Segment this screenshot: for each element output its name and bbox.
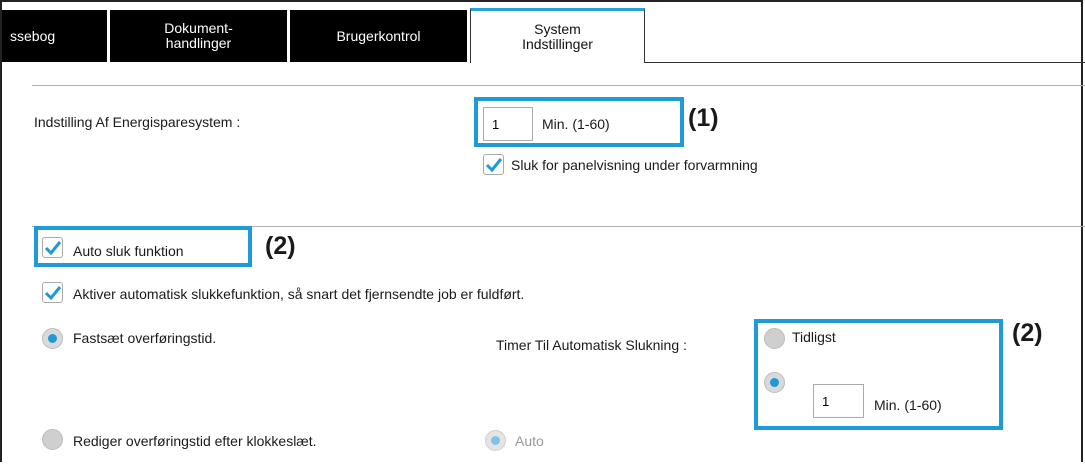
earliest-radio[interactable]: [764, 328, 785, 349]
energy-minutes-input[interactable]: [483, 107, 533, 141]
edit-time-radio[interactable]: [42, 429, 63, 450]
edit-time-label: Rediger overføringstid efter klokkeslæt.: [73, 433, 317, 449]
timer-label: Timer Til Automatisk Slukning :: [496, 337, 687, 353]
fixed-time-radio[interactable]: [42, 328, 63, 349]
callout-1: (1): [688, 104, 719, 132]
tab-adressebog[interactable]: ssebog: [2, 10, 107, 62]
callout-3: (2): [1012, 319, 1043, 347]
energy-saving-label: Indstilling Af Energisparesystem :: [34, 114, 241, 130]
remote-auto-off-checkbox[interactable]: [42, 282, 63, 303]
energy-unit-label: Min. (1-60): [542, 116, 610, 132]
tab-brugerkontrol[interactable]: Brugerkontrol: [290, 10, 467, 62]
auto-off-label: Auto sluk funktion: [73, 243, 184, 259]
auto-radio[interactable]: [485, 430, 506, 451]
tabbar-divider: [645, 62, 1085, 63]
panel-off-checkbox[interactable]: [483, 154, 504, 175]
callout-2: (2): [265, 232, 296, 260]
fixed-time-label: Fastsæt overføringstid.: [73, 330, 217, 346]
custom-timer-radio[interactable]: [764, 372, 785, 393]
checkmark-icon: [44, 286, 62, 301]
panel-off-label: Sluk for panelvisning under forvarmning: [511, 157, 758, 173]
timer-unit-label: Min. (1-60): [874, 397, 942, 413]
checkmark-icon: [44, 241, 62, 256]
section-divider: [32, 85, 1085, 86]
timer-minutes-input[interactable]: [813, 384, 864, 418]
auto-off-checkbox[interactable]: [42, 237, 63, 258]
tab-dokumenthandlinger[interactable]: Dokument- handlinger: [110, 10, 287, 62]
tab-system-indstillinger[interactable]: System Indstillinger: [470, 8, 645, 63]
checkmark-icon: [485, 158, 503, 173]
earliest-label: Tidligst: [792, 329, 836, 345]
remote-auto-off-label: Aktiver automatisk slukkefunktion, så sn…: [73, 286, 525, 302]
auto-label: Auto: [515, 433, 544, 449]
